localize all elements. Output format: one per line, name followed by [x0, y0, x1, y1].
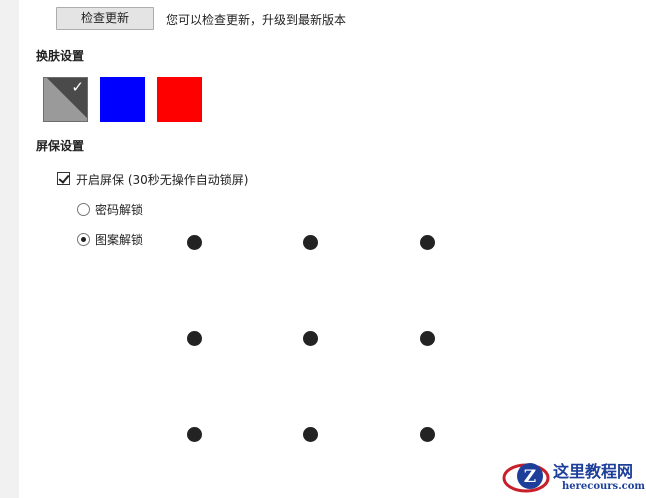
pattern-dot-5[interactable] [303, 331, 318, 346]
svg-text:Z: Z [524, 467, 536, 487]
pattern-dot-3[interactable] [420, 235, 435, 250]
skin-settings-title: 换肤设置 [36, 49, 85, 63]
watermark-site-name: 这里教程网 [553, 462, 634, 481]
pattern-dot-8[interactable] [303, 427, 318, 442]
watermark-site-domain: herecours.com [562, 481, 646, 492]
password-unlock-label: 密码解锁 [95, 203, 144, 217]
skin-swatch-red[interactable] [157, 77, 202, 122]
password-unlock-radio[interactable] [77, 203, 90, 216]
enable-screensaver-checkbox[interactable] [57, 172, 70, 185]
pattern-dot-9[interactable] [420, 427, 435, 442]
skin-swatch-gray[interactable]: ✓ [43, 77, 88, 122]
pattern-unlock-label: 图案解锁 [95, 233, 144, 247]
pattern-dot-1[interactable] [187, 235, 202, 250]
pattern-dot-7[interactable] [187, 427, 202, 442]
pattern-dot-6[interactable] [420, 331, 435, 346]
skin-swatch-blue[interactable] [100, 77, 145, 122]
checkmark-icon [58, 172, 70, 184]
check-update-button[interactable]: 检查更新 [56, 7, 154, 30]
pattern-dot-2[interactable] [303, 235, 318, 250]
radio-selected-dot [81, 237, 86, 242]
check-icon: ✓ [71, 78, 84, 96]
left-rail [0, 0, 19, 498]
screensaver-settings-title: 屏保设置 [36, 139, 85, 153]
update-hint-text: 您可以检查更新，升级到最新版本 [166, 13, 347, 27]
pattern-unlock-radio[interactable] [77, 233, 90, 246]
pattern-dot-4[interactable] [187, 331, 202, 346]
enable-screensaver-label: 开启屏保 (30秒无操作自动锁屏) [76, 173, 249, 187]
